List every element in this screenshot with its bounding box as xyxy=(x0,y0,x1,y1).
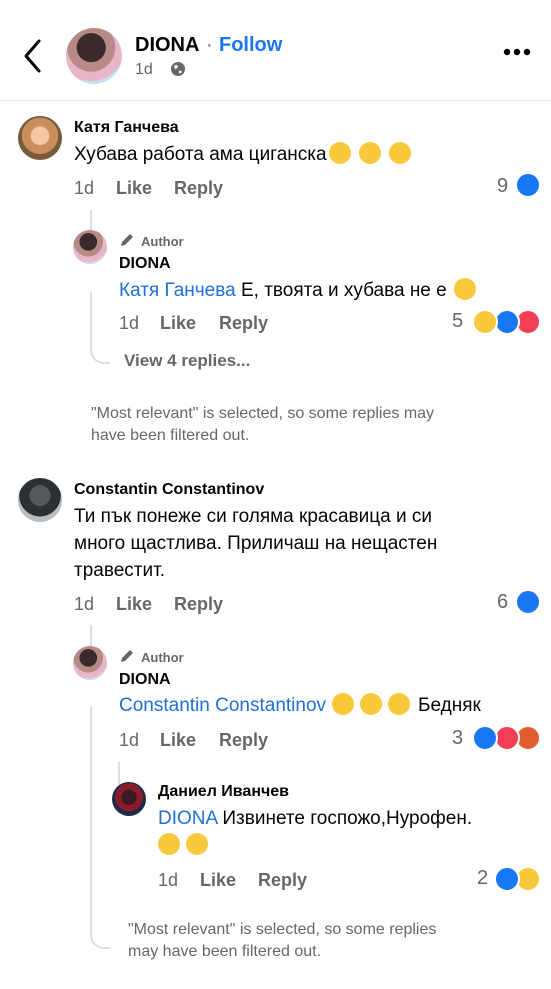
reply-button[interactable]: Reply xyxy=(174,594,223,615)
reply-text: Катя Ганчева Е, твоята и хубава не е xyxy=(119,277,476,304)
reply-text: Constantin Constantinov Бедняк xyxy=(119,693,481,716)
reaction-count: 3 xyxy=(452,727,464,749)
reply-name[interactable]: DIONA xyxy=(119,255,171,273)
laughing-emoji-icon xyxy=(358,142,381,164)
rolling-laughing-emoji-icon xyxy=(360,693,383,715)
like-reaction-icon[interactable] xyxy=(472,725,498,751)
tears-of-joy-emoji-icon xyxy=(158,833,180,855)
laughing-emoji-icon xyxy=(388,142,411,164)
comment-text: Ти пък понеже си голяма красавица и си м… xyxy=(74,506,438,581)
mention-link[interactable]: Катя Ганчева xyxy=(119,280,236,301)
comment-time: 1d xyxy=(74,594,95,614)
reply-time: 1d xyxy=(158,870,179,890)
mention-link[interactable]: DIONA xyxy=(158,808,217,829)
reply-name[interactable]: Даниел Иванчев xyxy=(158,783,289,801)
reply-name[interactable]: DIONA xyxy=(119,671,171,689)
like-reaction-icon[interactable] xyxy=(515,589,541,615)
thread-line xyxy=(90,292,110,364)
reply-button[interactable]: Reply xyxy=(219,313,268,334)
filter-note: "Most relevant" is selected, so some rep… xyxy=(128,921,437,960)
rolling-laughing-emoji-icon xyxy=(186,833,208,855)
follow-button[interactable]: Follow xyxy=(219,34,282,57)
like-reaction-icon[interactable] xyxy=(494,866,520,892)
author-avatar[interactable] xyxy=(66,28,122,84)
reply-time: 1d xyxy=(119,730,140,750)
header-separator: · xyxy=(206,34,213,56)
author-badge: Author xyxy=(141,234,184,249)
commenter-name[interactable]: Катя Ганчева xyxy=(74,119,179,137)
comment-time: 1d xyxy=(74,178,95,198)
reaction-count: 6 xyxy=(497,591,509,613)
more-options-icon[interactable] xyxy=(503,48,531,56)
grinning-emoji-icon xyxy=(454,278,476,300)
pencil-icon xyxy=(121,650,133,662)
pencil-icon xyxy=(121,234,133,246)
rolling-laughing-emoji-icon xyxy=(388,693,411,715)
thread-line xyxy=(90,707,110,949)
rolling-laughing-emoji-icon xyxy=(332,693,355,715)
reply-avatar[interactable] xyxy=(73,230,107,264)
reaction-count: 9 xyxy=(497,175,509,197)
comment-text: Хубава работа ама циганска xyxy=(74,141,411,168)
like-button[interactable]: Like xyxy=(160,730,196,751)
reply-button[interactable]: Reply xyxy=(219,730,268,751)
globe-icon xyxy=(171,62,185,76)
author-name[interactable]: DIONA xyxy=(135,34,199,57)
back-arrow-icon[interactable] xyxy=(22,38,42,74)
like-button[interactable]: Like xyxy=(200,870,236,891)
view-replies-link[interactable]: View 4 replies... xyxy=(124,351,250,371)
reply-text: DIONA Извинете госпожо,Нурофен. xyxy=(158,805,472,859)
reply-button[interactable]: Reply xyxy=(174,178,223,199)
reply-avatar[interactable] xyxy=(112,782,146,816)
commenter-avatar[interactable] xyxy=(18,116,62,160)
reaction-count: 2 xyxy=(477,867,489,889)
reply-time: 1d xyxy=(119,313,140,333)
commenter-avatar[interactable] xyxy=(18,478,62,522)
like-reaction-icon[interactable] xyxy=(515,172,541,198)
reaction-count: 5 xyxy=(452,310,464,332)
laughing-emoji-icon xyxy=(328,142,351,164)
reply-avatar[interactable] xyxy=(73,646,107,680)
like-button[interactable]: Like xyxy=(160,313,196,334)
commenter-name[interactable]: Constantin Constantinov xyxy=(74,481,264,499)
mention-link[interactable]: Constantin Constantinov xyxy=(119,695,326,716)
like-button[interactable]: Like xyxy=(116,594,152,615)
post-header: DIONA · Follow 1d xyxy=(0,0,551,101)
reply-button[interactable]: Reply xyxy=(258,870,307,891)
author-badge: Author xyxy=(141,650,184,665)
filter-note: "Most relevant" is selected, so some rep… xyxy=(91,405,435,444)
like-button[interactable]: Like xyxy=(116,178,152,199)
post-time: 1d xyxy=(135,61,153,78)
haha-reaction-icon[interactable] xyxy=(472,309,498,335)
